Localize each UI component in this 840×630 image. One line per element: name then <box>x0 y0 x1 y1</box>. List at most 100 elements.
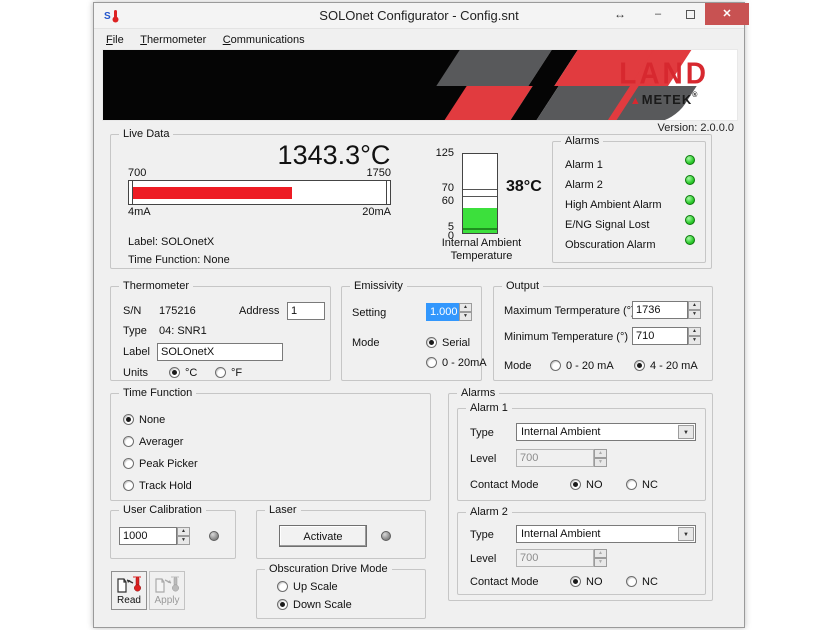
obscuration-led <box>685 235 695 245</box>
minimize-button[interactable]: – <box>644 3 672 25</box>
obscuration-group: Obscuration Drive Mode Up Scale Down Sca… <box>256 569 426 619</box>
address-label: Address <box>239 305 279 317</box>
max-temperature-input[interactable]: 1736 <box>632 301 688 319</box>
emissivity-setting-input[interactable]: 1.000 <box>426 303 459 321</box>
live-label-line: Label: SOLOnetX <box>128 236 214 248</box>
apply-icon <box>154 575 180 595</box>
menu-file[interactable]: File <box>106 34 124 46</box>
min-temperature-input[interactable]: 710 <box>632 327 688 345</box>
address-input[interactable]: 1 <box>287 302 325 320</box>
mode-serial-radio[interactable] <box>426 337 437 348</box>
emissivity-spin-down[interactable]: ▼ <box>459 312 472 321</box>
apply-button-label: Apply <box>154 595 179 606</box>
emissivity-spin-up[interactable]: ▲ <box>459 303 472 312</box>
tf-none-radio[interactable] <box>123 414 134 425</box>
version-label: Version: 2.0.0.0 <box>658 122 734 134</box>
gauge-line-60 <box>463 196 497 197</box>
alarm2-group: Alarm 2 Type Internal Ambient ▼ Level 70… <box>457 512 706 595</box>
user-calibration-title: User Calibration <box>119 504 206 516</box>
mode-020ma-label: 0 - 20mA <box>442 357 487 369</box>
alarm1-dropdown-arrow-icon[interactable]: ▼ <box>678 425 694 439</box>
bar-scale-bottom: 4mA 20mA <box>128 205 391 218</box>
units-c-radio[interactable] <box>169 367 180 378</box>
min-temp-spin-up[interactable]: ▲ <box>688 327 701 336</box>
output-420ma-label: 4 - 20 mA <box>650 360 698 372</box>
alarm2-no-radio[interactable] <box>570 576 581 587</box>
ambient-gauge-caption: Internal Ambient Temperature <box>424 237 539 263</box>
mode-020ma-radio[interactable] <box>426 357 437 368</box>
user-calibration-led <box>209 531 219 541</box>
units-c-label: °C <box>185 367 197 379</box>
alarm-status-group: Alarms Alarm 1 Alarm 2 High Ambient Alar… <box>552 141 706 263</box>
emissivity-title: Emissivity <box>350 280 407 292</box>
units-f-radio[interactable] <box>215 367 226 378</box>
output-420ma-radio[interactable] <box>634 360 645 371</box>
laser-led <box>381 531 391 541</box>
bar-scale-max: 1750 <box>367 167 391 179</box>
read-icon <box>116 575 142 595</box>
gauge-tick-70: 70 <box>430 182 454 194</box>
label-input[interactable]: SOLOnetX <box>157 343 283 361</box>
high-ambient-led <box>685 195 695 205</box>
read-button[interactable]: Read <box>111 571 147 610</box>
output-group: Output Maximum Termperature (°) 1736 ▲ ▼… <box>493 286 713 381</box>
apply-button: Apply <box>149 571 185 610</box>
max-temp-spin-down[interactable]: ▼ <box>688 310 701 319</box>
output-020ma-label: 0 - 20 mA <box>566 360 614 372</box>
ambient-temperature-readout: 38°C <box>506 178 542 196</box>
alarm1-type-label: Type <box>470 427 494 439</box>
laser-title: Laser <box>265 504 301 516</box>
alarm1-title: Alarm 1 <box>466 402 512 414</box>
alarm2-nc-radio[interactable] <box>626 576 637 587</box>
laser-activate-button[interactable]: Activate <box>279 525 367 547</box>
land-logo-text: LAND <box>619 57 709 92</box>
bar-ma-max: 20mA <box>362 206 391 218</box>
alarm1-level-input: 700 <box>516 449 594 467</box>
obscuration-down-radio[interactable] <box>277 599 288 610</box>
alarm2-title: Alarm 2 <box>466 506 512 518</box>
menu-thermometer[interactable]: Thermometer <box>140 34 206 46</box>
mode-serial-label: Serial <box>442 337 470 349</box>
units-f-label: °F <box>231 367 242 379</box>
alarm1-type-dropdown[interactable]: Internal Ambient ▼ <box>516 423 696 441</box>
alarm2-type-dropdown[interactable]: Internal Ambient ▼ <box>516 525 696 543</box>
output-020ma-radio[interactable] <box>550 360 561 371</box>
gauge-tick-60: 60 <box>430 195 454 207</box>
tf-peak-picker-label: Peak Picker <box>139 458 198 470</box>
alarm-status-title: Alarms <box>561 135 603 147</box>
alarm2-contact-label: Contact Mode <box>470 576 538 588</box>
bar-gauge-track <box>128 180 391 205</box>
alarm2-dropdown-arrow-icon[interactable]: ▼ <box>678 527 694 541</box>
close-button[interactable]: ✕ <box>705 3 749 25</box>
maximize-icon <box>686 10 695 19</box>
alarm1-level-spin-down: ▼ <box>594 458 607 467</box>
alarm2-level-label: Level <box>470 553 496 565</box>
user-calibration-spin-down[interactable]: ▼ <box>177 536 190 545</box>
type-value: 04: SNR1 <box>159 325 207 337</box>
thermometer-group: Thermometer S/N 175216 Address 1 Type 04… <box>110 286 331 381</box>
menu-communications[interactable]: Communications <box>223 34 305 46</box>
alarm2-led <box>685 175 695 185</box>
high-ambient-alarm-label: High Ambient Alarm <box>565 199 662 211</box>
alarm1-no-radio[interactable] <box>570 479 581 490</box>
alarm1-group: Alarm 1 Type Internal Ambient ▼ Level 70… <box>457 408 706 501</box>
min-temp-spin-down[interactable]: ▼ <box>688 336 701 345</box>
time-function-title: Time Function <box>119 387 196 399</box>
alarm2-level-spin-up: ▲ <box>594 549 607 558</box>
mv-bar-gauge: 700 1750 4mA 20mA <box>128 167 391 218</box>
tf-averager-radio[interactable] <box>123 436 134 447</box>
tf-track-hold-radio[interactable] <box>123 480 134 491</box>
maximize-button[interactable] <box>676 3 704 25</box>
alarm1-nc-radio[interactable] <box>626 479 637 490</box>
menu-bar: File Thermometer Communications <box>94 30 744 49</box>
alarm1-led <box>685 155 695 165</box>
obscuration-up-radio[interactable] <box>277 581 288 592</box>
alarm2-no-label: NO <box>586 576 603 588</box>
user-calibration-input[interactable]: 1000 <box>119 527 177 545</box>
title-bar: S SOLOnet Configurator - Config.snt ↔ – … <box>94 3 744 29</box>
tf-peak-picker-radio[interactable] <box>123 458 134 469</box>
ametek-logo-text: ▲METEK® <box>619 92 709 107</box>
max-temp-spin-up[interactable]: ▲ <box>688 301 701 310</box>
bar-scale-top: 700 1750 <box>128 167 391 180</box>
user-calibration-spin-up[interactable]: ▲ <box>177 527 190 536</box>
